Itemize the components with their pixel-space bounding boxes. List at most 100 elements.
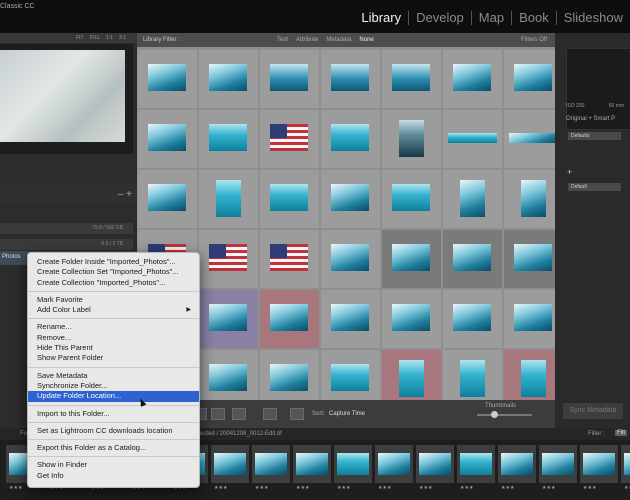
photo-thumbnail[interactable] [216,180,241,217]
photo-thumbnail[interactable] [270,244,308,271]
photo-thumbnail[interactable] [399,120,424,157]
photo-thumbnail[interactable] [270,124,308,151]
photo-thumbnail[interactable] [392,304,430,331]
photo-thumbnail[interactable] [453,244,491,271]
grid-cell[interactable] [443,230,502,288]
grid-cell[interactable] [321,290,380,348]
grid-cell[interactable] [443,50,502,108]
filmstrip-item[interactable]: ★★★ [293,445,331,491]
grid-cell[interactable] [260,110,319,168]
menu-item[interactable]: Hide This Parent [28,343,199,353]
grid-cell[interactable] [443,290,502,348]
photo-thumbnail[interactable] [392,184,430,211]
photo-thumbnail[interactable] [453,304,491,331]
module-book[interactable]: Book [512,10,556,25]
photo-thumbnail[interactable] [521,360,546,397]
module-library[interactable]: Library [354,10,408,25]
menu-item[interactable]: Save Metadata [28,371,199,381]
photo-thumbnail[interactable] [521,180,546,217]
filmstrip-item[interactable]: ★★★ [375,445,413,491]
add-icon[interactable]: + [567,167,572,177]
photo-thumbnail[interactable] [148,64,186,91]
photo-thumbnail[interactable] [209,364,247,391]
zoom-1-1[interactable]: 1:1 [106,35,113,41]
volume-row[interactable]: 79.8 / 500 GB [0,223,133,234]
photo-thumbnail[interactable] [331,184,369,211]
menu-item[interactable]: Add Color Label ▶ [28,305,199,315]
filter-metadata[interactable]: Metadata [326,37,351,43]
photo-thumbnail[interactable] [514,64,552,91]
grid-cell[interactable] [321,50,380,108]
menu-item[interactable]: Mark Favorite [28,295,199,305]
photo-thumbnail[interactable] [392,64,430,91]
photo-thumbnail[interactable] [460,360,485,397]
preset-dropdown[interactable]: Defaults [568,132,621,140]
photo-thumbnail[interactable] [270,64,308,91]
menu-item[interactable]: Create Collection "Imported_Photos"... [28,278,199,288]
photo-thumbnail[interactable] [270,304,308,331]
zoom-fill[interactable]: FILL [90,35,100,41]
compare-view-icon[interactable] [211,408,225,420]
grid-cell[interactable] [382,230,441,288]
grid-cell[interactable] [382,50,441,108]
menu-item[interactable]: Import to this Folder... [28,409,199,419]
menu-item[interactable]: Show Parent Folder [28,353,199,363]
painter-icon[interactable] [263,408,277,420]
module-slideshow[interactable]: Slideshow [557,10,630,25]
photo-thumbnail[interactable] [148,124,186,151]
grid-cell[interactable] [199,290,258,348]
filmstrip-item[interactable]: ★★★ [252,445,290,491]
sync-metadata-button[interactable]: Sync Metadata [563,403,623,419]
photo-thumbnail[interactable] [209,304,247,331]
photo-thumbnail[interactable] [448,133,497,143]
photo-thumbnail[interactable] [270,184,308,211]
menu-item[interactable]: Rename... [28,322,199,332]
thumbnail-size-slider[interactable] [477,411,532,418]
photo-thumbnail[interactable] [331,64,369,91]
filmstrip-filter-dropdown[interactable]: Filt [615,430,627,436]
grid-cell[interactable] [199,110,258,168]
grid-cell[interactable] [260,170,319,228]
survey-view-icon[interactable] [232,408,246,420]
grid-cell[interactable] [382,110,441,168]
grid-cell[interactable] [260,290,319,348]
zoom-fit[interactable]: FIT [76,35,84,41]
menu-item[interactable]: Create Folder Inside "Imported_Photos"..… [28,257,199,267]
filter-none[interactable]: None [359,37,373,43]
photo-thumbnail[interactable] [509,133,558,143]
grid-cell[interactable] [443,170,502,228]
grid-cell[interactable] [199,170,258,228]
menu-item[interactable]: Set as Lightroom CC downloads location [28,426,199,436]
filmstrip-item[interactable]: ★★★ [580,445,618,491]
menu-item[interactable]: Export this Folder as a Catalog... [28,443,199,453]
filter-status[interactable]: Filters Off [521,37,547,43]
menu-item[interactable]: Create Collection Set "Imported_Photos".… [28,267,199,277]
filter-text[interactable]: Text [277,37,288,43]
filmstrip-item[interactable]: ★★★ [539,445,577,491]
menu-item[interactable]: Update Folder Location... [28,391,199,402]
grid-cell[interactable] [260,230,319,288]
folders-add-remove[interactable]: – + [118,189,132,200]
filmstrip-item[interactable]: ★★★ [621,445,630,491]
photo-thumbnail[interactable] [270,364,308,391]
grid-cell[interactable] [138,110,197,168]
menu-item[interactable]: Synchronize Folder... [28,381,199,391]
sort-direction-icon[interactable] [290,408,304,420]
photo-thumbnail[interactable] [331,124,369,151]
photo-thumbnail[interactable] [331,364,369,391]
grid-cell[interactable] [199,230,258,288]
filmstrip-item[interactable]: ★★★ [416,445,454,491]
grid-cell[interactable] [321,230,380,288]
grid-cell[interactable] [199,50,258,108]
sort-dropdown[interactable]: Capture Time [329,411,365,417]
photo-thumbnail[interactable] [514,244,552,271]
filmstrip-item[interactable]: ★★★ [498,445,536,491]
grid-cell[interactable] [260,50,319,108]
photo-thumbnail[interactable] [331,244,369,271]
grid-cell[interactable] [382,170,441,228]
slider-knob[interactable] [490,411,498,418]
photo-thumbnail[interactable] [460,180,485,217]
photo-thumbnail[interactable] [148,184,186,211]
module-develop[interactable]: Develop [409,10,471,25]
photo-thumbnail[interactable] [331,304,369,331]
